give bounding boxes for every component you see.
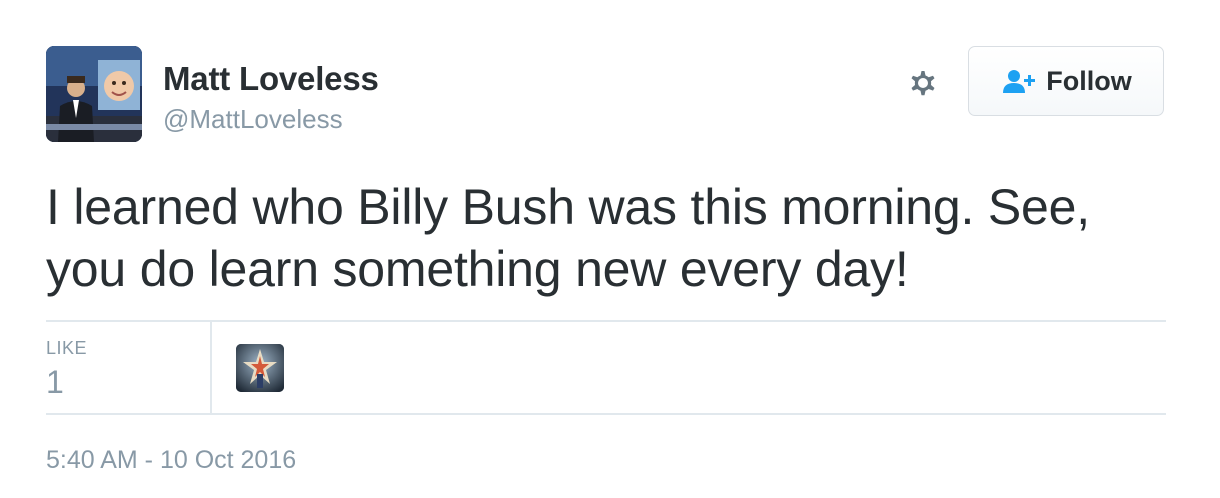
divider [46,413,1166,415]
author-avatar[interactable] [46,46,142,142]
follow-button[interactable]: Follow [968,46,1164,116]
author-handle[interactable]: @MattLoveless [163,104,343,135]
like-label[interactable]: LIKE [46,338,87,359]
tweet-timestamp[interactable]: 5:40 AM - 10 Oct 2016 [46,446,296,475]
add-user-icon [1003,70,1036,93]
like-count[interactable]: 1 [46,364,64,401]
gear-icon[interactable] [904,64,942,102]
liker-avatar[interactable] [236,344,284,392]
profile-photo-icon [46,46,142,142]
follow-label: Follow [1046,65,1132,96]
author-display-name[interactable]: Matt Loveless [163,60,379,98]
divider [210,322,212,413]
divider [46,320,1166,322]
liker-avatar-icon [236,344,284,392]
tweet-text: I learned who Billy Bush was this mornin… [46,179,1090,297]
